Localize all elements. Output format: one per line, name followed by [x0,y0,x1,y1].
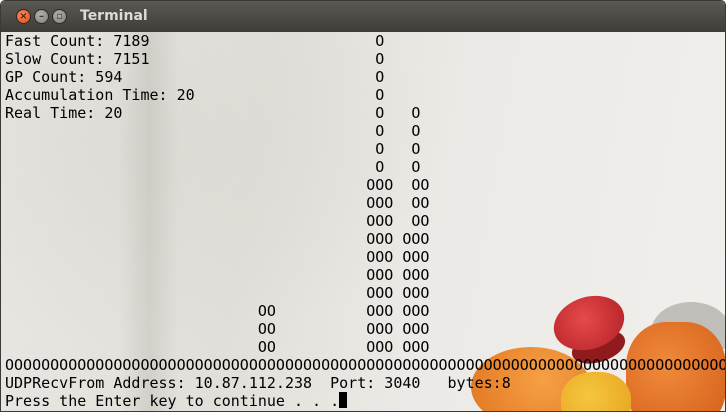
terminal-window: × – ▫ Terminal Fast Count: 7189 O Slow C… [0,0,726,412]
output-line: OO OOO OOO [5,302,430,320]
output-line: GP Count: 594 O [5,68,385,86]
output-line: Fast Count: 7189 O [5,32,385,50]
output-line: O O [5,158,421,176]
title-bar[interactable]: × – ▫ Terminal [1,1,725,33]
output-line: OOO OOO [5,248,430,266]
close-icon[interactable]: × [16,9,31,24]
output-line: OO OOO OOO [5,320,430,338]
maximize-icon[interactable]: ▫ [52,9,67,24]
output-line: Real Time: 20 O O [5,104,421,122]
output-line: OOO OO [5,176,430,194]
window-title: Terminal [80,8,148,24]
output-line: Accumulation Time: 20 O [5,86,385,104]
output-line: O O [5,122,421,140]
prompt-text: Press the Enter key to continue . . . [5,392,340,410]
output-line: O O [5,140,421,158]
output-line: OOO OOO [5,266,430,284]
text-cursor [339,392,348,408]
terminal-output: Fast Count: 7189 O Slow Count: 7151 O GP… [5,32,726,410]
output-line: OOOOOOOOOOOOOOOOOOOOOOOOOOOOOOOOOOOOOOOO… [5,356,726,374]
output-line: OOO OO [5,212,430,230]
terminal-area[interactable]: Fast Count: 7189 O Slow Count: 7151 O GP… [1,32,726,411]
output-line: OOO OO [5,194,430,212]
output-line: OOO OOO [5,284,430,302]
output-line: UDPRecvFrom Address: 10.87.112.238 Port:… [5,374,511,392]
minimize-icon[interactable]: – [34,9,49,24]
prompt-line[interactable]: Press the Enter key to continue . . . [5,392,725,410]
output-line: OO OOO OOO [5,338,430,356]
output-line: Slow Count: 7151 O [5,50,385,68]
output-line: OOO OOO [5,230,430,248]
